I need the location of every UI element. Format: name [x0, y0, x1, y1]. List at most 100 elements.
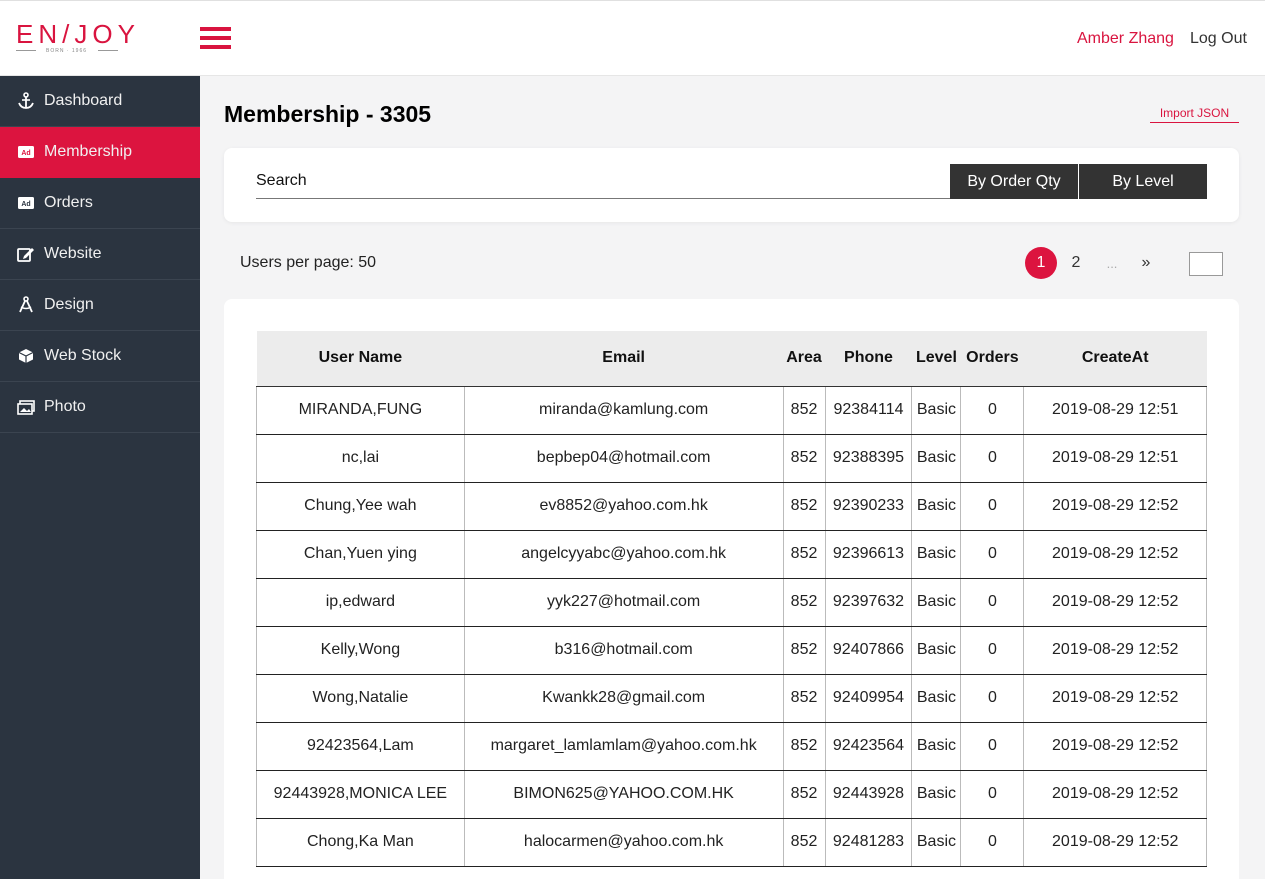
sidebar-item-photo[interactable]: Photo	[0, 382, 200, 433]
members-table-panel: User Name Email Area Phone Level Orders …	[224, 299, 1239, 879]
cell-area: 852	[782, 386, 826, 435]
cell-user-name: Chong,Ka Man	[256, 818, 465, 867]
column-header[interactable]: Orders	[960, 331, 1024, 387]
table-row[interactable]: Wong,Natalie Kwankk28@gmail.com 852 9240…	[256, 674, 1207, 723]
cell-level: Basic	[911, 770, 961, 819]
cell-user-name: 92423564,Lam	[256, 722, 465, 771]
cell-email: yyk227@hotmail.com	[463, 578, 784, 627]
top-header: EN/JOY BORN · 1966 Amber Zhang Log Out	[0, 0, 1265, 76]
search-input[interactable]	[256, 164, 950, 199]
cell-area: 852	[782, 578, 826, 627]
cell-user-name: Chung,Yee wah	[256, 482, 465, 531]
cell-area: 852	[782, 818, 826, 867]
anchor-icon	[16, 92, 36, 109]
page-button[interactable]: 2	[1062, 247, 1090, 279]
cell-orders: 0	[960, 818, 1024, 867]
cell-level: Basic	[911, 530, 961, 579]
sidebar-item-web-stock[interactable]: Web Stock	[0, 331, 200, 382]
cell-orders: 0	[960, 434, 1024, 483]
compass-icon	[16, 296, 36, 313]
sidebar-item-label: Orders	[44, 194, 93, 211]
table-row[interactable]: Kelly,Wong b316@hotmail.com 852 92407866…	[256, 626, 1207, 675]
cell-area: 852	[782, 722, 826, 771]
next-page-button[interactable]: »	[1132, 247, 1160, 279]
cell-user-name: ip,edward	[256, 578, 465, 627]
cell-level: Basic	[911, 386, 961, 435]
table-row[interactable]: MIRANDA,FUNG miranda@kamlung.com 852 923…	[256, 386, 1207, 435]
user-name-link[interactable]: Amber Zhang	[1077, 30, 1174, 48]
cell-level: Basic	[911, 674, 961, 723]
sidebar-item-dashboard[interactable]: Dashboard	[0, 76, 200, 127]
column-header[interactable]: Level	[911, 331, 961, 387]
menu-toggle-icon[interactable]	[200, 27, 231, 51]
cell-created-at: 2019-08-29 12:52	[1023, 578, 1207, 627]
cell-created-at: 2019-08-29 12:52	[1023, 770, 1207, 819]
cell-phone: 92443928	[824, 770, 912, 819]
cell-email: BIMON625@YAHOO.COM.HK	[463, 770, 784, 819]
cell-area: 852	[782, 674, 826, 723]
cell-phone: 92481283	[824, 818, 912, 867]
cell-orders: 0	[960, 386, 1024, 435]
page-jump-input[interactable]	[1189, 252, 1223, 276]
sidebar-item-membership[interactable]: Ad Membership	[0, 127, 200, 178]
cell-email: halocarmen@yahoo.com.hk	[463, 818, 784, 867]
import-json-button[interactable]: Import JSON	[1150, 106, 1239, 123]
sidebar-item-label: Photo	[44, 398, 86, 415]
table-row[interactable]: nc,lai bepbep04@hotmail.com 852 92388395…	[256, 434, 1207, 483]
column-header[interactable]: User Name	[256, 331, 465, 387]
cell-phone: 92409954	[824, 674, 912, 723]
cell-email: bepbep04@hotmail.com	[463, 434, 784, 483]
table-row[interactable]: ip,edward yyk227@hotmail.com 852 9239763…	[256, 578, 1207, 627]
cell-user-name: 92443928,MONICA LEE	[256, 770, 465, 819]
cell-email: b316@hotmail.com	[463, 626, 784, 675]
sidebar-item-label: Dashboard	[44, 92, 123, 109]
cell-user-name: MIRANDA,FUNG	[256, 386, 465, 435]
sort-by-level-button[interactable]: By Level	[1079, 164, 1207, 199]
cell-area: 852	[782, 434, 826, 483]
page-button-current[interactable]: 1	[1025, 247, 1057, 279]
table-row[interactable]: Chung,Yee wah ev8852@yahoo.com.hk 852 92…	[256, 482, 1207, 531]
cell-created-at: 2019-08-29 12:52	[1023, 626, 1207, 675]
cell-orders: 0	[960, 674, 1024, 723]
search-panel: By Order Qty By Level	[224, 148, 1239, 222]
logout-link[interactable]: Log Out	[1190, 30, 1247, 48]
cell-level: Basic	[911, 578, 961, 627]
column-header[interactable]: CreateAt	[1023, 331, 1207, 387]
cell-area: 852	[782, 482, 826, 531]
cell-level: Basic	[911, 722, 961, 771]
sort-by-order-qty-button[interactable]: By Order Qty	[950, 164, 1078, 199]
cell-email: margaret_lamlamlam@yahoo.com.hk	[463, 722, 784, 771]
ad-icon: Ad	[16, 195, 36, 211]
cell-phone: 92397632	[824, 578, 912, 627]
table-row[interactable]: Chong,Ka Man halocarmen@yahoo.com.hk 852…	[256, 818, 1207, 867]
cell-created-at: 2019-08-29 12:52	[1023, 674, 1207, 723]
cell-user-name: nc,lai	[256, 434, 465, 483]
cell-level: Basic	[911, 434, 961, 483]
image-icon	[16, 399, 36, 415]
column-header[interactable]: Area	[783, 331, 826, 387]
cell-created-at: 2019-08-29 12:51	[1023, 386, 1207, 435]
cell-orders: 0	[960, 578, 1024, 627]
sidebar-item-label: Membership	[44, 143, 133, 160]
column-header[interactable]: Phone	[825, 331, 912, 387]
table-row[interactable]: 92443928,MONICA LEE BIMON625@YAHOO.COM.H…	[256, 770, 1207, 819]
cell-area: 852	[782, 626, 826, 675]
column-header[interactable]: Email	[464, 331, 784, 387]
sidebar-item-orders[interactable]: Ad Orders	[0, 178, 200, 229]
cell-email: angelcyyabc@yahoo.com.hk	[463, 530, 784, 579]
cell-user-name: Chan,Yuen ying	[256, 530, 465, 579]
sidebar-item-label: Design	[44, 296, 94, 313]
cell-level: Basic	[911, 818, 961, 867]
cell-orders: 0	[960, 482, 1024, 531]
enjoy-logo[interactable]: EN/JOY BORN · 1966	[16, 21, 146, 57]
cell-phone: 92396613	[824, 530, 912, 579]
cell-orders: 0	[960, 770, 1024, 819]
cell-created-at: 2019-08-29 12:52	[1023, 530, 1207, 579]
table-header-row: User Name Email Area Phone Level Orders …	[256, 331, 1207, 387]
cell-email: Kwankk28@gmail.com	[463, 674, 784, 723]
sidebar-item-website[interactable]: Website	[0, 229, 200, 280]
sidebar-item-design[interactable]: Design	[0, 280, 200, 331]
page-title: Membership - 3305	[224, 101, 432, 127]
table-row[interactable]: Chan,Yuen ying angelcyyabc@yahoo.com.hk …	[256, 530, 1207, 579]
table-row[interactable]: 92423564,Lam margaret_lamlamlam@yahoo.co…	[256, 722, 1207, 771]
